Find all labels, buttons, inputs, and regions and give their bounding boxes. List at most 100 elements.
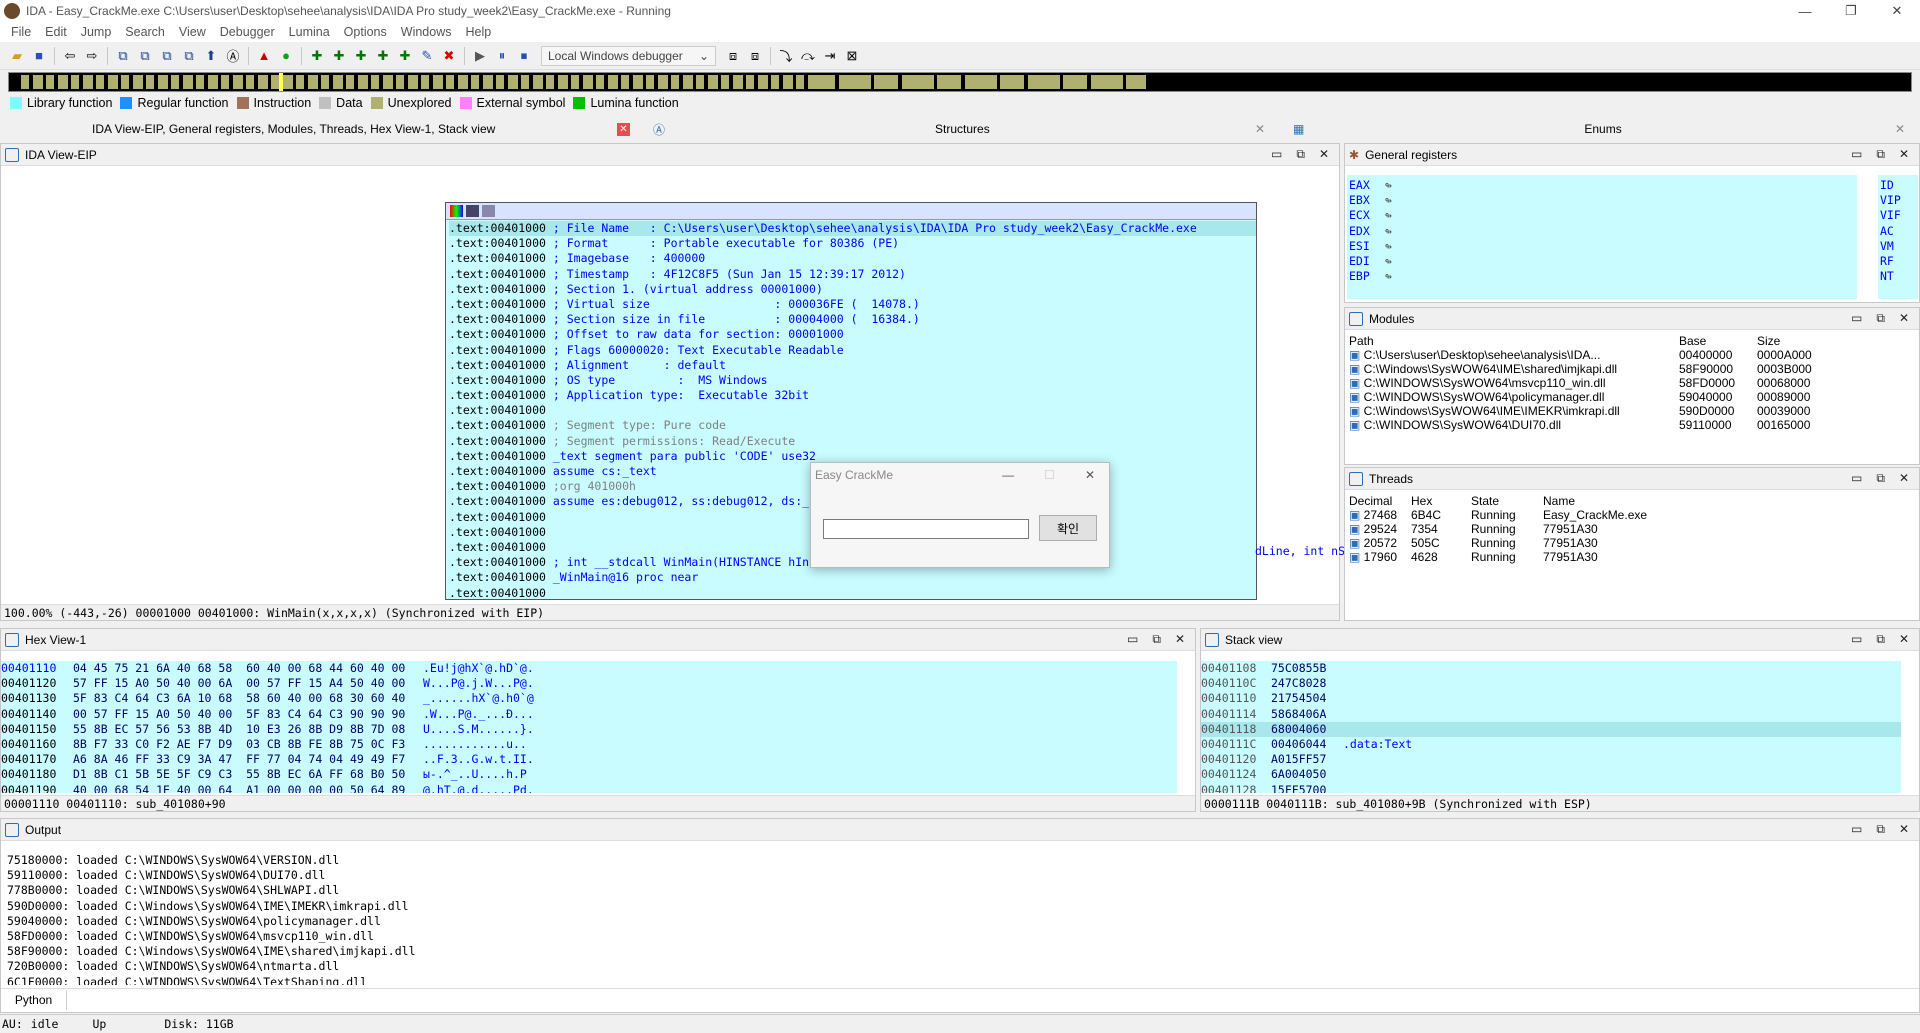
table-row[interactable]: ▣ C:\WINDOWS\SysWOW64\DUI70.dll 59110000 0… (1345, 418, 1919, 432)
play-icon[interactable]: ▶ (471, 47, 489, 65)
table-row[interactable]: ▣ C:\Windows\SysWOW64\IME\shared\imjkapi… (1345, 362, 1919, 376)
detach-icon[interactable]: ⧈ (746, 47, 764, 65)
column-header[interactable]: Name (1539, 494, 1919, 508)
menu-help[interactable]: Help (465, 25, 491, 39)
tab-close-icon[interactable]: ✕ (617, 122, 630, 136)
register-list[interactable]: EAX ↬ EBX ↬ ECX ↬ EDX ↬ ESI ↬ EDI ↬ EBP ↬ (1347, 175, 1857, 299)
pane-minimize-icon[interactable]: ▭ (1851, 822, 1862, 837)
register-arrow-icon[interactable]: ↬ (1385, 178, 1392, 192)
menu-edit[interactable]: Edit (45, 25, 67, 39)
open-icon[interactable]: ▰ (8, 47, 26, 65)
listing-line[interactable]: .text:00401000 ; Timestamp : 4F12C8F5 (S… (449, 267, 1256, 282)
tab-close-icon[interactable]: ✕ (1895, 122, 1905, 136)
up-arrow-icon[interactable]: ⬆ (202, 47, 220, 65)
search-next-icon[interactable]: ⧉ (180, 47, 198, 65)
table-row[interactable]: ▣ 17960 4628 Running 77951A30 (1345, 550, 1919, 564)
confirm-button[interactable]: 확인 (1039, 515, 1097, 541)
register-arrow-icon[interactable]: ↬ (1385, 224, 1392, 238)
listing-line[interactable]: .text:00401000 ; OS type : MS Windows (449, 373, 1256, 388)
flags-list[interactable]: ID VIP VIF AC VM RF NT (1878, 175, 1918, 299)
table-row[interactable]: ▣ C:\Users\user\Desktop\sehee\analysis\I… (1345, 348, 1919, 362)
column-header[interactable]: Decimal (1345, 494, 1407, 508)
hex-dump[interactable]: 00401110 04 45 75 21 6A 40 68 58 60 40 00… (1, 661, 1177, 793)
pane-close-icon[interactable]: ✕ (1899, 147, 1909, 162)
register-row[interactable]: ESI ↬ (1349, 239, 1855, 254)
pane-float-icon[interactable]: ⧉ (1152, 632, 1161, 647)
close-button[interactable]: ✕ (1874, 0, 1920, 22)
run-green-icon[interactable]: ● (277, 47, 295, 65)
listing-line[interactable]: .text:00401000 ; Offset to raw data for … (449, 327, 1256, 342)
listing-line[interactable]: .text:00401000 ; Segment type: Pure code (449, 418, 1256, 433)
search-immediate-icon[interactable]: ⧉ (158, 47, 176, 65)
pane-minimize-icon[interactable]: ▭ (1851, 471, 1862, 486)
add-xref-icon[interactable]: ✚ (374, 47, 392, 65)
stack-row[interactable]: 00401118 68004060 (1201, 721, 1901, 737)
breakpoint-icon[interactable]: ⊠ (843, 47, 861, 65)
tab-enums[interactable]: ▦ Enums ✕ (1285, 117, 1915, 141)
stack-row[interactable]: 00401120 A015FF57 (1201, 752, 1901, 767)
menu-jump[interactable]: Jump (81, 25, 112, 39)
listing-line[interactable]: .text:00401000 ; Imagebase : 400000 (449, 251, 1256, 266)
flag-row[interactable]: VIF (1880, 208, 1916, 223)
step-over-icon[interactable]: ⤼ (799, 47, 817, 65)
register-row[interactable]: EDX ↬ (1349, 224, 1855, 239)
pane-float-icon[interactable]: ⧉ (1876, 822, 1885, 837)
listing-line[interactable]: .text:00401000 (449, 403, 1256, 418)
stack-row[interactable]: 00401128 15FF5700 (1201, 783, 1901, 794)
listing-line[interactable]: .text:00401000 _WinMain@16 proc near (449, 570, 1256, 585)
command-input[interactable] (67, 990, 1919, 1009)
attach-icon[interactable]: ⧈ (724, 47, 742, 65)
pause-icon[interactable]: ⏸ (493, 47, 511, 65)
flag-row[interactable]: VIP (1880, 193, 1916, 208)
column-header[interactable]: Size (1753, 334, 1919, 348)
stack-row[interactable]: 00401110 21754504 (1201, 691, 1901, 706)
pane-float-icon[interactable]: ⧉ (1876, 311, 1885, 326)
step-into-icon[interactable]: ⤵ (777, 47, 795, 65)
flag-row[interactable]: VM (1880, 239, 1916, 254)
menu-view[interactable]: View (179, 25, 206, 39)
listing-line[interactable]: .text:00401000 ; File Name : C:\Users\us… (449, 221, 1256, 237)
save-icon[interactable]: ■ (30, 47, 48, 65)
hex-row[interactable]: 00401160 8B F7 33 C0 F2 AE F7 D9 03 CB 8B… (1, 737, 1177, 752)
listing-line[interactable]: .text:00401000 ; Section 1. (virtual add… (449, 282, 1256, 297)
language-button[interactable]: Python (1, 989, 67, 1010)
minimize-button[interactable]: — (1782, 0, 1828, 22)
pane-minimize-icon[interactable]: ▭ (1851, 147, 1862, 162)
listing-line[interactable]: .text:00401000 (449, 586, 1256, 600)
hex-row[interactable]: 00401110 04 45 75 21 6A 40 68 58 60 40 00… (1, 661, 1177, 676)
maximize-button[interactable]: ❐ (1828, 0, 1874, 22)
register-row[interactable]: EDI ↬ (1349, 254, 1855, 269)
listing-line[interactable]: .text:00401000 ; Flags 60000020: Text Ex… (449, 343, 1256, 358)
listing-line[interactable]: .text:00401000 ; Application type: Execu… (449, 388, 1256, 403)
pane-minimize-icon[interactable]: ▭ (1851, 311, 1862, 326)
listing-line[interactable]: .text:00401000 ; Virtual size : 000036FE… (449, 297, 1256, 312)
stop-icon[interactable]: ⏹ (515, 47, 533, 65)
back-icon[interactable]: ⇦ (61, 47, 79, 65)
menu-file[interactable]: File (11, 25, 31, 39)
color-icon[interactable] (450, 205, 463, 217)
navigation-band[interactable] (8, 72, 1912, 92)
listing-line[interactable]: .text:00401000 ; Alignment : default (449, 358, 1256, 373)
dialog-minimize-icon[interactable]: — (1002, 468, 1014, 482)
run-to-cursor-icon[interactable]: ⇥ (821, 47, 839, 65)
flag-row[interactable]: RF (1880, 254, 1916, 269)
stack-row[interactable]: 0040110C 247C8028 (1201, 676, 1901, 691)
pane-close-icon[interactable]: ✕ (1899, 471, 1909, 486)
tab-structures[interactable]: Ⓐ Structures ✕ (645, 117, 1275, 141)
register-arrow-icon[interactable]: ↬ (1385, 208, 1392, 222)
register-row[interactable]: EBP ↬ (1349, 269, 1855, 284)
table-row[interactable]: ▣ 29524 7354 Running 77951A30 (1345, 522, 1919, 536)
hex-row[interactable]: 00401180 D1 8B C1 5B 5E 5F C9 C3 55 8B EC… (1, 767, 1177, 782)
listing-line[interactable]: .text:00401000 ; Section size in file : … (449, 312, 1256, 327)
stack-row[interactable]: 00401114 5868406A (1201, 707, 1901, 722)
pane-float-icon[interactable]: ⧉ (1296, 147, 1305, 162)
stack-dump[interactable]: 00401108 75C0855B 0040110C 247C8028 00401110… (1201, 661, 1901, 793)
pane-float-icon[interactable]: ⧉ (1876, 471, 1885, 486)
table-row[interactable]: ▣ C:\WINDOWS\SysWOW64\policymanager.dll 5… (1345, 390, 1919, 404)
dialog-close-icon[interactable]: ✕ (1085, 468, 1095, 482)
menu-options[interactable]: Options (344, 25, 387, 39)
menu-lumina[interactable]: Lumina (289, 25, 330, 39)
text-icon[interactable]: Ⓐ (224, 47, 242, 65)
register-row[interactable]: EBX ↬ (1349, 193, 1855, 208)
graph-icon[interactable] (466, 205, 479, 217)
